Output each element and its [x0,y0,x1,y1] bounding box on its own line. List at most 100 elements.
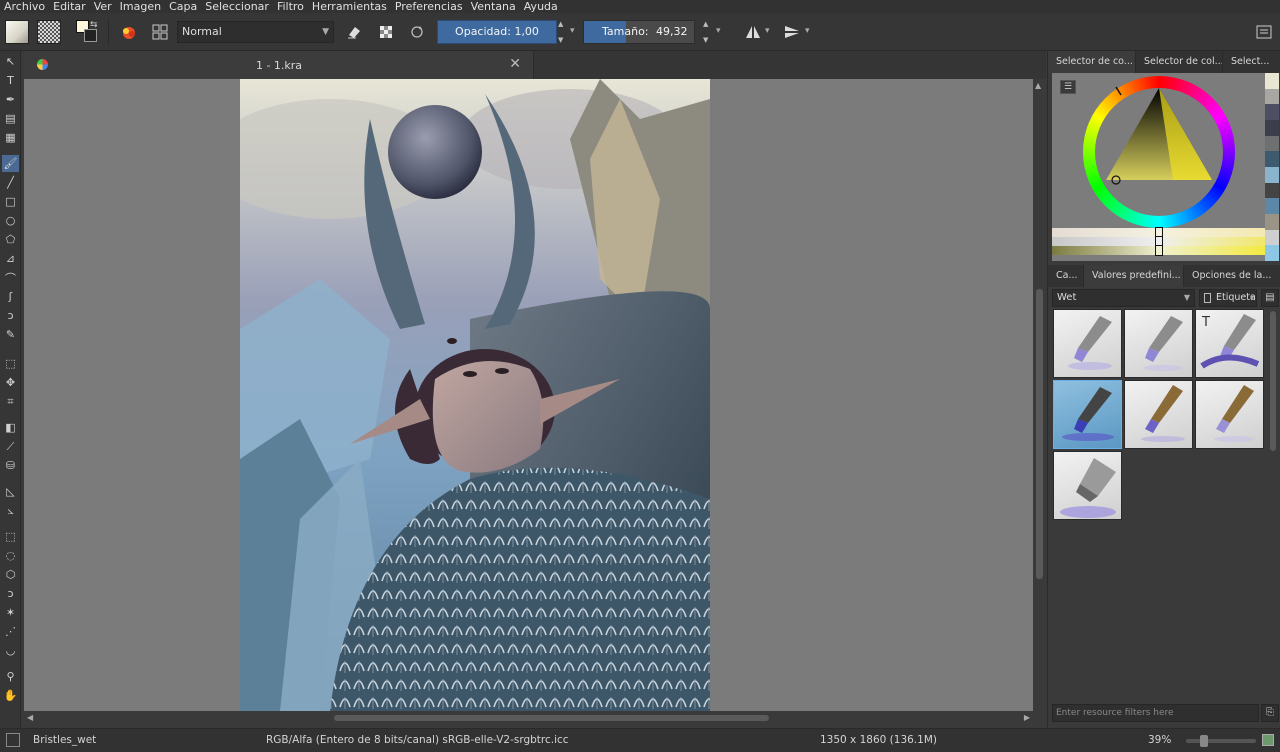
menu-seleccionar[interactable]: Seleccionar [201,0,273,13]
menu-archivo[interactable]: Archivo [0,0,49,13]
tab-advanced-color-selector[interactable]: Selector de co... [1048,51,1136,73]
vertical-scrollbar[interactable]: ▲ [1033,79,1046,711]
freehand-select-icon[interactable]: ↄ [2,585,19,602]
dynamic-brush-icon[interactable]: ɔ [2,307,19,324]
color-swatch[interactable] [1265,73,1279,89]
similar-select-icon[interactable]: ⋰ [2,623,19,640]
toolbar-menu-button[interactable] [1251,19,1277,45]
move-tool-icon[interactable]: ✥ [2,374,19,391]
color-swatch[interactable] [1265,214,1279,230]
preserve-alpha-button[interactable] [373,19,399,45]
rectangle-tool-icon[interactable]: □ [2,193,19,210]
rect-select-icon[interactable]: ⬚ [2,528,19,545]
canvas-only-icon[interactable] [1262,734,1274,746]
reload-preset-button[interactable] [404,19,430,45]
menu-imagen[interactable]: Imagen [116,0,165,13]
brush-preset-thumb[interactable]: T [1195,309,1264,378]
menu-filtro[interactable]: Filtro [273,0,308,13]
measure-tool-icon[interactable]: ⦣ [2,502,19,519]
preset-tag-filter-dropdown[interactable]: Wet ▼ [1052,289,1195,307]
scrollbar-thumb[interactable] [334,715,769,721]
color-triangle[interactable] [1083,76,1235,228]
caret-up-icon[interactable]: ▲ [1035,81,1041,90]
caret-right-icon[interactable]: ▶ [1024,713,1030,722]
select-shapes-icon[interactable]: ↖ [2,53,19,70]
polygon-select-icon[interactable]: ⬡ [2,566,19,583]
opacity-spin[interactable]: ▲ ▼ [558,20,570,44]
color-swatch[interactable] [1265,88,1279,105]
calligraphy-icon[interactable]: ✒ [2,91,19,108]
brush-editor-button[interactable] [147,19,173,45]
zoom-tool-icon[interactable]: ⚲ [2,668,19,685]
freehand-brush-icon[interactable]: 🖌 [2,155,19,172]
scrollbar-thumb[interactable] [1036,289,1043,579]
polygon-tool-icon[interactable]: ⬠ [2,231,19,248]
menu-editar[interactable]: Editar [49,0,90,13]
assistant-tool-icon[interactable]: ◺ [2,483,19,500]
opacity-slider[interactable]: Opacidad: 1,00 [437,20,557,44]
scrollbar-thumb[interactable] [1270,311,1276,451]
freehand-path-icon[interactable]: ʃ [2,288,19,305]
color-swatch[interactable] [1265,182,1279,199]
canvas-area[interactable] [24,79,1033,711]
artwork-canvas[interactable] [240,79,710,711]
recent-colors-strip[interactable] [1265,73,1279,262]
menu-ayuda[interactable]: Ayuda [520,0,562,13]
menu-ver[interactable]: Ver [90,0,116,13]
menu-herramientas[interactable]: Herramientas [308,0,391,13]
hue-marker[interactable] [1115,86,1122,96]
brush-preset-thumb-selected[interactable] [1053,380,1122,449]
text-tool-icon[interactable]: T [2,72,19,89]
background-color-swatch[interactable] [84,29,97,42]
ellipse-select-icon[interactable]: ◌ [2,547,19,564]
color-swatch[interactable] [1265,229,1279,246]
color-swatch[interactable] [1265,104,1279,121]
pan-tool-icon[interactable]: ✋ [2,687,19,704]
view-mode-icon[interactable]: ▤ [1261,289,1279,307]
brush-presets-button[interactable] [116,19,142,45]
brush-preset-thumb[interactable] [1053,451,1122,520]
crop-tool-icon[interactable]: ⌗ [2,393,19,410]
fill-tool-icon[interactable]: ⛁ [2,457,19,474]
color-swatch[interactable] [1265,120,1279,136]
foreground-background-colors[interactable]: ⇆ [76,20,100,44]
chevron-down-icon[interactable]: ▾ [805,26,810,36]
caret-up-icon[interactable]: ▲ [558,20,570,28]
menu-capa[interactable]: Capa [165,0,201,13]
line-tool-icon[interactable]: ╱ [2,174,19,191]
chevron-down-icon[interactable]: ▾ [716,26,721,36]
tab-tool-options[interactable]: Opciones de la... [1184,265,1280,287]
gradient-selector-button[interactable] [5,20,29,44]
color-swatch[interactable] [1265,151,1279,168]
caret-down-icon[interactable]: ▼ [558,36,570,44]
bezier-tool-icon[interactable]: ⌒ [2,269,19,286]
transform-tool-icon[interactable]: ⬚ [2,355,19,372]
tab-brush-presets[interactable]: Valores predefini... [1084,265,1184,287]
caret-left-icon[interactable]: ◀ [27,713,33,722]
color-picker-icon[interactable]: ⟋ [2,438,19,455]
color-swatch[interactable] [1265,245,1279,262]
menu-preferencias[interactable]: Preferencias [391,0,467,13]
brush-preset-thumb[interactable] [1124,380,1193,449]
caret-down-icon[interactable]: ▼ [703,36,715,44]
pattern-edit-icon[interactable]: ▦ [2,129,19,146]
brush-preset-thumb[interactable] [1124,309,1193,378]
color-settings-icon[interactable]: ☰ [1060,80,1076,94]
vertical-mirror-button[interactable] [779,19,805,45]
hue-ring[interactable] [1083,76,1235,228]
document-tab[interactable]: 1 - 1.kra ✕ [24,51,534,79]
resource-filter-input[interactable]: Enter resource filters here [1052,704,1259,722]
blend-mode-dropdown[interactable]: Normal ▼ [177,21,334,43]
chevron-down-icon[interactable]: ▾ [765,26,770,36]
size-spin[interactable]: ▲ ▼ [703,20,715,44]
brush-preset-thumb[interactable] [1053,309,1122,378]
chevron-down-icon[interactable]: ▾ [570,26,575,36]
tag-button[interactable]: Etiqueta ▾ [1199,289,1257,307]
multibrush-icon[interactable]: ✎ [2,326,19,343]
pattern-selector-button[interactable] [37,20,61,44]
color-swatch[interactable] [1265,135,1279,152]
brush-preset-thumb[interactable] [1195,380,1264,449]
magic-wand-icon[interactable]: ✶ [2,604,19,621]
size-slider[interactable]: Tamaño: 49,32 px [583,20,695,60]
bezier-select-icon[interactable]: ◡ [2,642,19,659]
